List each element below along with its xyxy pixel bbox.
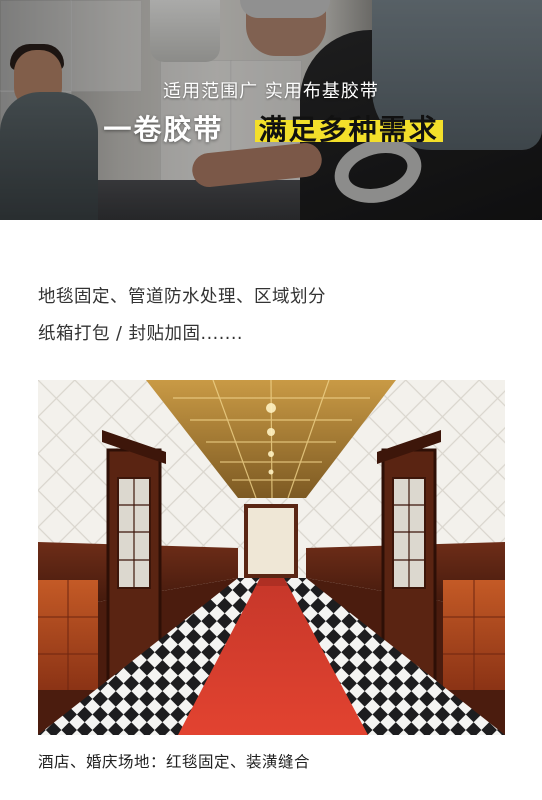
- photo-caption: 酒店、婚庆场地：红毯固定、装潢缝合: [38, 753, 311, 771]
- hero-title-highlight: 满足多种需求: [258, 113, 439, 146]
- corridor-photo: [38, 380, 505, 735]
- hero-title-main: 一卷胶带: [103, 113, 224, 146]
- hero-subtitle: 适用范围广 实用布基胶带: [163, 81, 379, 102]
- hero-title: 一卷胶带 满足多种需求: [0, 108, 542, 148]
- description-line-1: 地毯固定、管道防水处理、区域划分: [38, 287, 326, 307]
- hero-banner: 适用范围广 实用布基胶带 一卷胶带 满足多种需求: [0, 0, 542, 220]
- hero-title-highlight-wrap: 满足多种需求: [254, 108, 443, 148]
- description-line-2: 纸箱打包 / 封贴加固.......: [38, 324, 243, 344]
